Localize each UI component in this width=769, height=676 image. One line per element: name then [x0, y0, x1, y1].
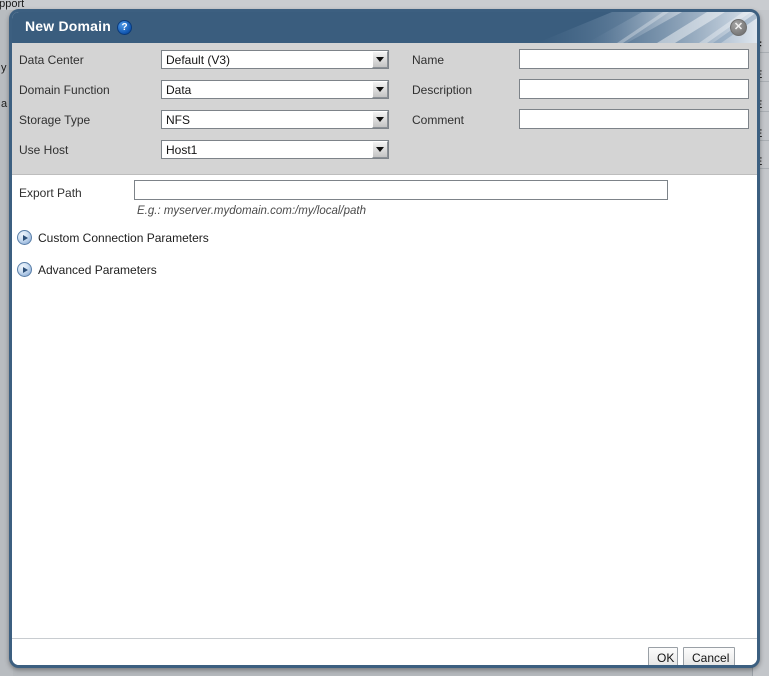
new-domain-dialog: New Domain ? ✕ Data Center Default (V3) … [9, 9, 760, 668]
dialog-header-form: Data Center Default (V3) Domain Function… [12, 43, 757, 175]
combo-storage-type[interactable]: NFS [161, 110, 389, 129]
label-name: Name [412, 53, 445, 67]
dialog-titlebar[interactable]: New Domain ? ✕ [12, 12, 757, 43]
export-path-input[interactable] [134, 180, 668, 200]
export-path-hint: E.g.: myserver.mydomain.com:/my/local/pa… [137, 205, 367, 217]
chevron-right-circle-icon [17, 230, 32, 245]
expander-advanced-parameters[interactable]: Advanced Parameters [17, 262, 157, 277]
dialog-body: Export Path E.g.: myserver.mydomain.com:… [12, 175, 757, 638]
cancel-button[interactable]: Cancel [683, 647, 735, 665]
name-field[interactable] [519, 49, 749, 69]
label-comment: Comment [412, 113, 465, 127]
chevron-down-icon[interactable] [372, 111, 388, 128]
label-use-host: Use Host [19, 143, 69, 157]
label-description: Description [412, 83, 473, 97]
chevron-down-icon[interactable] [372, 141, 388, 158]
combo-value-use-host: Host1 [166, 142, 198, 157]
background-left-fragment: y [1, 62, 7, 74]
combo-data-center[interactable]: Default (V3) [161, 50, 389, 69]
ok-button[interactable]: OK [648, 647, 678, 665]
label-domain-function: Domain Function [19, 83, 110, 97]
expander-custom-connection-parameters[interactable]: Custom Connection Parameters [17, 230, 209, 245]
chevron-down-icon[interactable] [372, 81, 388, 98]
combo-use-host[interactable]: Host1 [161, 140, 389, 159]
background-left-fragment: a [1, 98, 8, 110]
combo-domain-function[interactable]: Data [161, 80, 389, 99]
label-data-center: Data Center [19, 53, 84, 67]
comment-field[interactable] [519, 109, 749, 129]
dialog-footer: OK Cancel [12, 638, 757, 665]
chevron-down-icon[interactable] [372, 51, 388, 68]
expander-label-custom-connection-parameters: Custom Connection Parameters [38, 230, 209, 245]
combo-value-data-center: Default (V3) [166, 52, 231, 67]
help-icon[interactable]: ? [117, 20, 132, 35]
combo-value-domain-function: Data [166, 82, 192, 97]
dialog-title: New Domain [25, 18, 112, 34]
titlebar-glare-decoration [467, 12, 757, 43]
label-export-path: Export Path [19, 186, 82, 200]
close-icon[interactable]: ✕ [730, 19, 747, 36]
combo-value-storage-type: NFS [166, 112, 190, 127]
chevron-right-circle-icon [17, 262, 32, 277]
expander-label-advanced-parameters: Advanced Parameters [38, 262, 157, 277]
description-field[interactable] [519, 79, 749, 99]
label-storage-type: Storage Type [19, 113, 91, 127]
